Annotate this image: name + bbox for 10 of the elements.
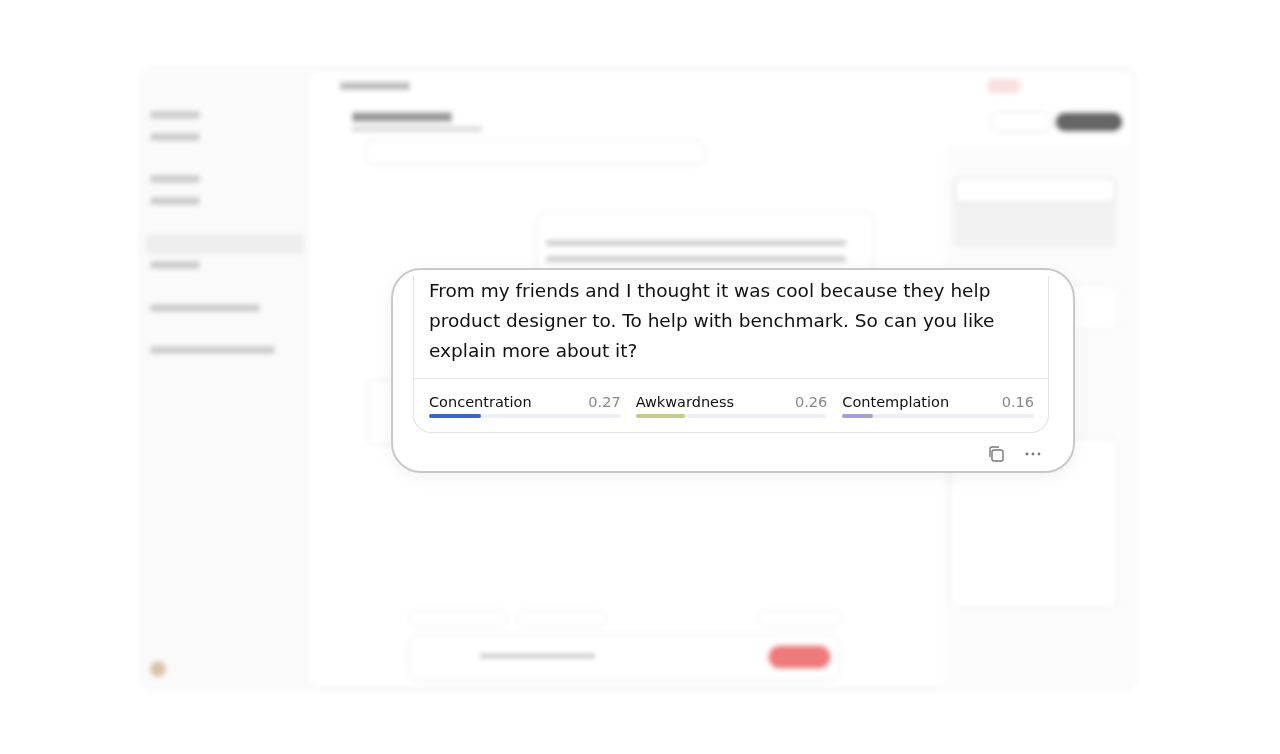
message-text: From my friends and I thought it was cool because they help bbox=[429, 279, 992, 303]
message-text: product designer to. To help with benchmark. So can you like bbox=[429, 309, 996, 333]
emotion-name: Contemplation bbox=[842, 394, 950, 410]
emotion-name: Concentration bbox=[429, 394, 532, 410]
message-text: explain more about it? bbox=[429, 339, 639, 363]
emotion-score: 0.26 bbox=[795, 394, 828, 410]
emotion-score: 0.16 bbox=[1001, 394, 1034, 410]
copy-icon[interactable] bbox=[987, 445, 1005, 463]
emotion-name: Awkwardness bbox=[635, 394, 735, 410]
emotion-score: 0.27 bbox=[588, 394, 621, 410]
